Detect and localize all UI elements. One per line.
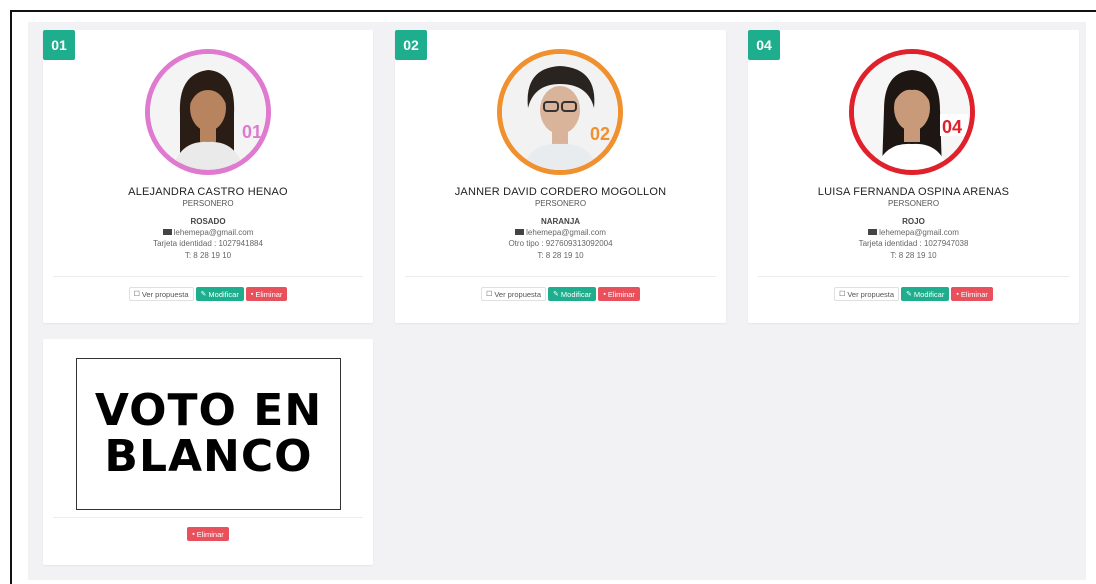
envelope-icon <box>515 228 525 235</box>
candidate-email: lehemepa@gmail.com <box>395 228 726 237</box>
edit-icon: ✎ <box>906 290 912 298</box>
candidate-card: 01 01 ALEJANDRA CASTRO HENAO PERSONERO R… <box>43 30 373 323</box>
view-proposal-button[interactable]: ☐ Ver propuesta <box>128 287 194 301</box>
candidate-name: LUISA FERNANDA OSPINA ARENAS <box>817 186 1010 198</box>
delete-button[interactable]: ▪ Eliminar <box>187 527 229 541</box>
candidate-number-badge: 01 <box>43 30 75 60</box>
trash-icon: ▪ <box>192 530 195 538</box>
trash-icon: ▪ <box>956 290 959 298</box>
delete-button[interactable]: ▪ Eliminar <box>951 287 993 301</box>
photo-number-overlay: 01 <box>242 122 262 142</box>
candidate-name: JANNER DAVID CORDERO MOGOLLON <box>454 186 667 198</box>
candidates-panel: 01 01 ALEJANDRA CASTRO HENAO PERSONERO R… <box>28 22 1086 580</box>
blank-vote-card: VOTO EN BLANCO ▪ Eliminar <box>43 339 373 565</box>
delete-button[interactable]: ▪ Eliminar <box>245 287 288 301</box>
candidate-id: Tarjeta identidad : 1027941884 <box>153 239 263 248</box>
card-divider <box>53 517 363 518</box>
card-actions: ▪ Eliminar <box>43 527 373 541</box>
candidate-email: lehemepa@gmail.com <box>748 228 1079 237</box>
edit-button[interactable]: ✎ Modificar <box>548 287 597 301</box>
candidate-email: lehemepa@gmail.com <box>43 228 373 237</box>
inbox-icon: ☐ <box>486 290 493 298</box>
blank-vote-line2: BLANCO <box>104 431 313 482</box>
view-proposal-button[interactable]: ☐ Ver propuesta <box>481 287 547 301</box>
photo-number-overlay: 04 <box>942 117 962 137</box>
candidate-card: 02 02 JANNER DAVID CORDERO MOGOLLON PERS… <box>395 30 726 323</box>
envelope-icon <box>162 228 172 235</box>
blank-vote-image: VOTO EN BLANCO <box>76 358 341 510</box>
candidate-role: PERSONERO <box>182 199 234 208</box>
card-divider <box>53 276 363 277</box>
candidate-id: Otro tipo : 927609313092004 <box>508 239 613 248</box>
candidate-name: ALEJANDRA CASTRO HENAO <box>128 186 288 198</box>
candidate-role: PERSONERO <box>534 199 587 208</box>
trash-icon: ▪ <box>603 290 606 298</box>
candidate-card: 04 04 LUISA FERNANDA OSPINA ARENAS PERSO… <box>748 30 1079 323</box>
inbox-icon: ☐ <box>839 290 846 298</box>
edit-button[interactable]: ✎ Modificar <box>901 287 950 301</box>
candidate-role: PERSONERO <box>887 199 940 208</box>
delete-button[interactable]: ▪ Eliminar <box>598 287 640 301</box>
candidate-phone: T: 8 28 19 10 <box>184 251 232 260</box>
blank-vote-line1: VOTO EN <box>94 385 323 436</box>
candidate-phone: T: 8 28 19 10 <box>890 251 937 260</box>
candidate-photo: 04 <box>849 49 975 175</box>
candidate-phone: T: 8 28 19 10 <box>537 251 584 260</box>
candidate-id: Tarjeta identidad : 1027947038 <box>858 239 969 248</box>
candidate-color: ROJO <box>902 217 925 226</box>
candidate-photo: 01 <box>145 49 271 175</box>
edit-icon: ✎ <box>553 290 559 298</box>
card-actions: ☐ Ver propuesta ✎ Modificar ▪ Eliminar <box>748 287 1079 301</box>
card-divider <box>758 276 1069 277</box>
card-actions: ☐ Ver propuesta ✎ Modificar ▪ Eliminar <box>43 287 373 301</box>
candidate-color: NARANJA <box>540 217 581 226</box>
edit-button[interactable]: ✎ Modificar <box>195 287 244 301</box>
trash-icon: ▪ <box>250 290 254 298</box>
card-divider <box>405 276 716 277</box>
inbox-icon: ☐ <box>133 290 140 298</box>
envelope-icon <box>868 228 878 235</box>
candidate-photo: 02 <box>497 49 623 175</box>
card-actions: ☐ Ver propuesta ✎ Modificar ▪ Eliminar <box>395 287 726 301</box>
photo-number-overlay: 02 <box>590 124 610 144</box>
candidate-number-badge: 04 <box>748 30 780 60</box>
candidate-color: ROSADO <box>190 217 226 226</box>
edit-icon: ✎ <box>200 290 207 298</box>
candidate-number-badge: 02 <box>395 30 427 60</box>
view-proposal-button[interactable]: ☐ Ver propuesta <box>834 287 900 301</box>
